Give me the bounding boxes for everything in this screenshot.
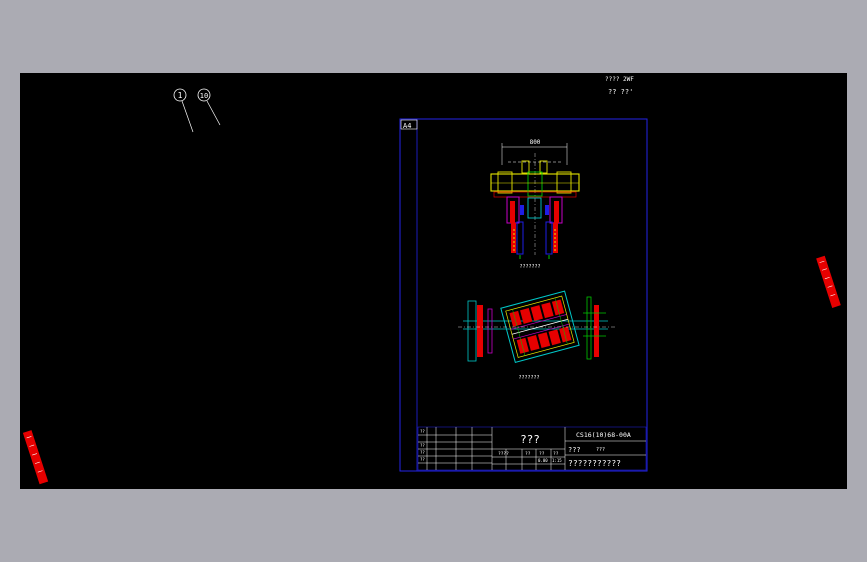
grid-header-2: ?? [525,451,531,457]
balloon-10-label: 10 [200,92,208,100]
stray-fragment-right [816,255,841,308]
top-view: 800 ??????? [490,139,580,270]
row-label-4: ?? [420,457,425,462]
grid-header-3: ?? [539,451,545,457]
material: ??? [568,446,581,454]
scale-value: 1:15 [552,458,562,463]
stray-fragment-left [22,430,49,485]
cad-drawing-canvas[interactable]: 1 10 ???? 2WF ?? ??' A4 800 ??????? ????… [20,73,847,489]
row-label-1: ?? [420,429,425,434]
grid-header-1: ???? [498,451,509,457]
material-code: ??? [596,447,605,453]
row-label-3: ?? [420,450,425,455]
grid-header-4: ?? [553,451,559,457]
top-view-dimension: 800 [530,139,541,146]
balloon-callouts: 1 10 [173,88,221,133]
drawing-title: ??? [520,433,540,446]
sheet-outer-border [399,118,648,472]
drawing-sheet: A4 [399,118,648,472]
row-label-2: ?? [420,443,425,448]
sheet-size-label: A4 [403,122,411,130]
company-name: ??????????? [568,459,621,468]
leader-line-10 [206,100,221,126]
corner-note-1: ???? 2WF [605,76,634,83]
weight-value: 0.00 [538,458,548,463]
leader-line-1 [181,100,194,133]
model-space-viewport[interactable]: 1 10 ???? 2WF ?? ??' A4 800 ??????? ????… [20,73,847,489]
balloon-1-label: 1 [178,91,183,100]
bottom-view-label: ??????? [518,375,539,381]
drawing-number: CS16(10)68-00A [576,431,631,439]
bottom-view: ??????? [458,290,615,381]
top-view-label: ??????? [519,264,540,270]
corner-note-2: ?? ??' [608,88,633,96]
